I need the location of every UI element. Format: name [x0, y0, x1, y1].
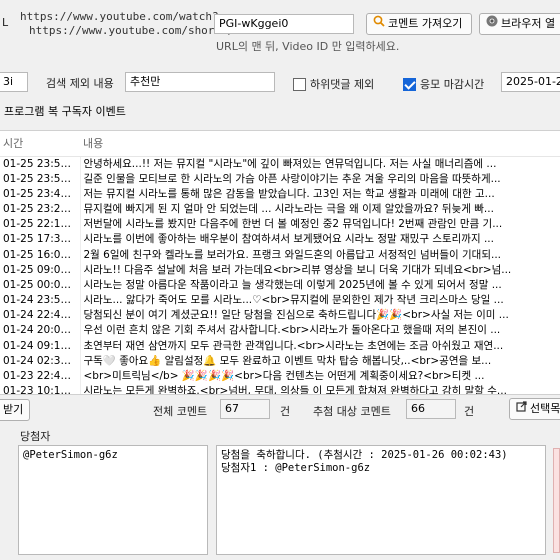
table-row[interactable]: 01-24 20:04:55 우선 이런 흔치 않은 기회 주셔서 감사합니다.<… [0, 323, 560, 339]
total-comments-label: 전체 코멘트 [153, 405, 208, 418]
url-hint-shorts: https://www.youtube.com/shorts/ [29, 24, 235, 37]
search-icon [373, 14, 385, 34]
fetch-comments-label: 코멘트 가져오기 [388, 17, 463, 30]
table-row[interactable]: 01-24 09:18:54 초연부터 재연 삼연까지 모두 관극한 관객입니다.… [0, 338, 560, 354]
table-row[interactable]: 01-23 22:48:38 <br>미트릭님</b> 🎉🎉🎉🎉<br>다음 컨텐… [0, 368, 560, 385]
exclude-input[interactable]: 추천만 [125, 72, 275, 92]
table-row[interactable]: 01-25 23:59:51 안녕하세요...!! 저는 뮤지컬 "시라노"에 깊… [0, 156, 560, 172]
exclude-label: 검색 제외 내용 [46, 77, 114, 90]
open-browser-label: 브라우저 열 [501, 17, 556, 30]
url-help-text: URL의 맨 뒤, Video ID 만 입력하세요. [216, 40, 400, 53]
row-time: 01-24 20:04:55 [0, 323, 81, 339]
eligible-comments-label: 추첨 대상 코멘트 [313, 405, 391, 418]
row-time: 01-25 16:02:19 [0, 247, 81, 263]
url-hint-watch: https://www.youtube.com/watch?v= [20, 10, 232, 23]
deadline-checkbox[interactable] [403, 77, 416, 91]
row-content: 시라노... 앓다가 죽어도 모를 시라노...♡<br>뮤지컬에 문외한인 제… [83, 294, 504, 307]
side-indicator [553, 448, 560, 553]
row-time: 01-23 22:48:38 [0, 368, 81, 385]
row-time: 01-23 10:17:52 [0, 384, 81, 394]
row-content: 시라노는 정말 아름다운 작품이라고 늘 생각했는데 이렇게 2025년에 볼 … [83, 278, 502, 291]
row-content: 저번달에 시라노를 봤지만 다음주에 한번 더 볼 예정인 중2 뮤덕입니다! … [83, 218, 503, 231]
row-content: 초연부터 재연 삼연까지 모두 관극한 관객입니다.<br>시라노는 초연에는 … [83, 339, 504, 352]
table-row[interactable]: 01-25 23:59:24 길준 인물을 모티브로 한 시라노의 가슴 아픈 사… [0, 171, 560, 187]
deadline-date-input[interactable]: 2025-01-26 [501, 72, 560, 92]
external-link-icon [516, 399, 527, 419]
table-row[interactable]: 01-25 16:02:19 2월 6일에 친구와 켈라노를 보러가요. 프랭크 … [0, 247, 560, 263]
total-comments-value: 67 [220, 399, 270, 419]
table-row[interactable]: 01-25 17:36:09 시라노를 이번에 좋아하는 배우분이 참여하셔서 보… [0, 232, 560, 248]
row-content: 안녕하세요...!! 저는 뮤지컬 "시라노"에 깊이 빠져있는 연뮤덕입니다.… [83, 157, 497, 170]
row-content: 구독🤍 좋아요👍 알림설정🔔 모두 완료하고 이벤트 막차 탑승 해봅니닷,..… [83, 354, 492, 367]
row-content: 시라노는 모든게 완벽하죠.<br>넘버, 무대, 의상들 이 모든게 합쳐져 … [83, 385, 507, 395]
row-content: 길준 인물을 모티브로 한 시라노의 가슴 아픈 사랑이야기는 추운 겨울 우리… [83, 172, 501, 185]
row-time: 01-25 23:59:24 [0, 171, 81, 187]
select-button[interactable]: 선택목 [509, 398, 560, 420]
table-row[interactable]: 01-25 00:09:16 시라노는 정말 아름다운 작품이라고 늘 생각했는데… [0, 277, 560, 293]
row-time: 01-25 09:06:33 [0, 262, 81, 278]
row-content: 우선 이런 흔치 않은 기회 주셔서 감사합니다.<br>시라노가 돌아온다고 … [83, 324, 501, 337]
eligible-unit: 건 [464, 405, 475, 418]
row-content: 뮤지컬에 빠지게 된 지 얼마 안 되었는데 ... 시라노라는 극을 왜 이제… [83, 202, 494, 215]
left-field[interactable]: 3i [0, 72, 28, 92]
table-row[interactable]: 01-25 23:20:15 뮤지컬에 빠지게 된 지 얼마 안 되었는데 ...… [0, 201, 560, 218]
row-content: 2월 6일에 친구와 켈라노를 보러가요. 프랭크 와일드혼의 아름답고 서정적… [83, 248, 502, 261]
row-time: 01-24 22:40:12 [0, 308, 81, 324]
row-content: 시라노를 이번에 좋아하는 배우분이 참여하셔서 보게됐어요 시라노 정말 재밌… [83, 233, 494, 246]
comments-table[interactable]: 시간 내용 01-25 23:59:51 안녕하세요...!! 저는 뮤지컬 "시… [0, 130, 560, 395]
open-browser-button[interactable]: 브라우저 열 [479, 13, 560, 35]
table-row[interactable]: 01-23 10:17:52 시라노는 모든게 완벽하죠.<br>넘버, 무대, … [0, 384, 560, 395]
row-time: 01-25 23:20:15 [0, 201, 81, 218]
row-time: 01-25 23:59:51 [0, 156, 81, 172]
eligible-comments-value: 66 [406, 399, 456, 419]
table-row[interactable]: 01-25 22:17:24 저번달에 시라노를 봤지만 다음주에 한번 더 볼 … [0, 217, 560, 233]
winner-list-item[interactable]: @PeterSimon-g6z [23, 449, 203, 462]
total-unit: 건 [280, 405, 291, 418]
row-time: 01-24 02:32:57 [0, 353, 81, 369]
row-content: 시라노!! 다음주 설날에 처음 보러 가는데요<br>리뷰 영상을 보니 더욱… [83, 263, 512, 276]
row-content: 당첨되신 분이 여기 계셨군요!! 일단 당첨을 진심으로 축하드립니다🎉🎉<b… [83, 309, 509, 322]
column-header-time[interactable]: 시간 [0, 131, 80, 157]
chrome-icon [486, 14, 498, 34]
row-content: 저는 뮤지컬 시라노를 통해 많은 감동을 받았습니다. 고3인 저는 학교 생… [83, 187, 495, 200]
deadline-label: 응모 마감시간 [420, 78, 485, 91]
fetch-partial-button[interactable]: 받기 [0, 399, 30, 421]
row-time: 01-25 23:44:11 [0, 186, 81, 202]
table-row[interactable]: 01-25 09:06:33 시라노!! 다음주 설날에 처음 보러 가는데요<b… [0, 262, 560, 278]
menu-bar[interactable]: 프로그램 복 구독자 이벤트 [0, 102, 560, 122]
fetch-partial-label: 받기 [3, 403, 24, 416]
table-row[interactable]: 01-24 22:40:12 당첨되신 분이 여기 계셨군요!! 일단 당첨을 진… [0, 308, 560, 324]
video-id-input[interactable]: PGI-wKggei0 [214, 14, 354, 34]
winner-result-line1: 당첨을 축하합니다. (추첨시간 : 2025-01-26 00:02:43) [221, 449, 508, 461]
row-content: <br>미트릭님</b> 🎉🎉🎉🎉<br>다음 컨텐츠는 어떤게 계획중이세요?… [83, 370, 485, 383]
exclude-replies-checkbox[interactable] [293, 77, 306, 91]
row-time: 01-25 00:09:16 [0, 277, 81, 293]
table-row[interactable]: 01-24 02:32:57 구독🤍 좋아요👍 알림설정🔔 모두 완료하고 이벤트… [0, 353, 560, 369]
winner-label: 당첨자 [20, 430, 51, 443]
row-time: 01-24 09:18:54 [0, 338, 81, 354]
left-label: L [2, 16, 9, 29]
row-time: 01-24 23:55:31 [0, 293, 81, 309]
table-row[interactable]: 01-25 23:44:11 저는 뮤지컬 시라노를 통해 많은 감동을 받았습니… [0, 186, 560, 202]
fetch-comments-button[interactable]: 코멘트 가져오기 [366, 13, 472, 35]
winner-result-box[interactable]: 당첨을 축하합니다. (추첨시간 : 2025-01-26 00:02:43) … [216, 445, 546, 555]
select-button-label: 선택목 [530, 402, 560, 415]
row-time: 01-25 22:17:24 [0, 217, 81, 233]
row-time: 01-25 17:36:09 [0, 232, 81, 248]
table-row[interactable]: 01-24 23:55:31 시라노... 앓다가 죽어도 모를 시라노...♡<… [0, 293, 560, 309]
winner-list[interactable]: @PeterSimon-g6z [18, 445, 208, 555]
winner-result-line2: 당첨자1 : @PeterSimon-g6z [221, 462, 371, 474]
column-header-content[interactable]: 내용 [80, 131, 560, 157]
exclude-replies-label: 하위댓글 제외 [310, 78, 375, 91]
